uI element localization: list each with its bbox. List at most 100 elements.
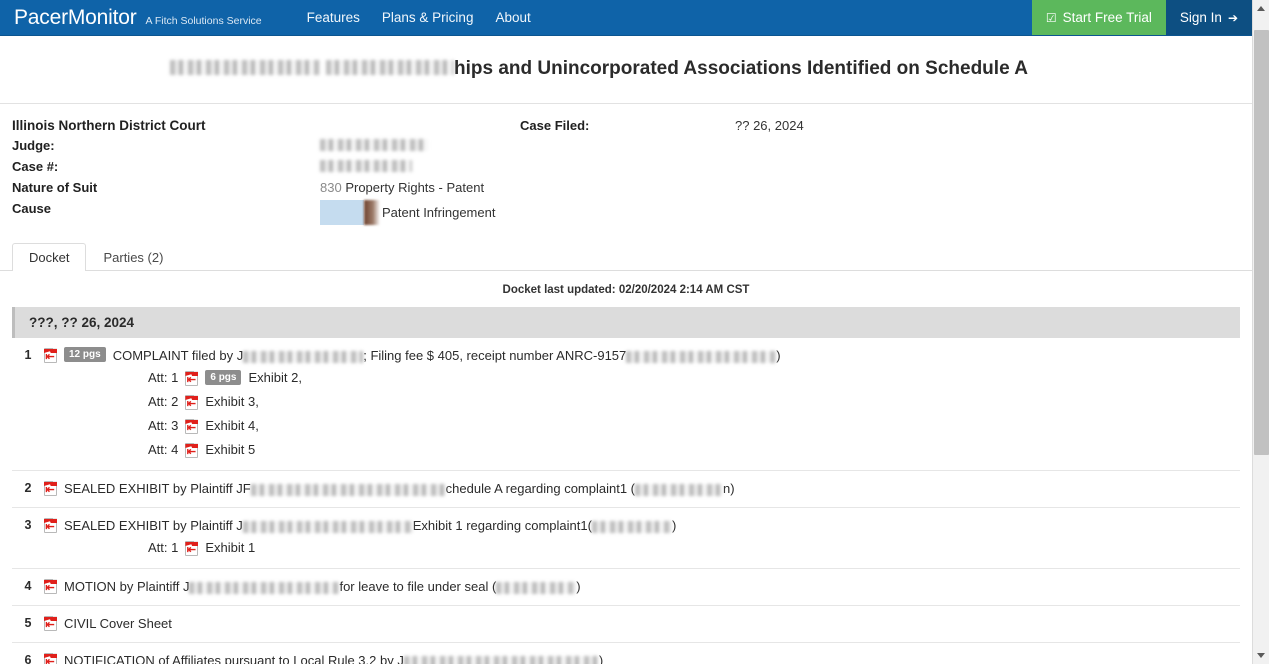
brand-logo-text[interactable]: PacerMonitor [14,0,137,36]
docket-entry-row[interactable]: 5 ⇤ CIVIL Cover Sheet [12,606,1240,643]
nav-links: Features Plans & Pricing About [296,0,542,35]
docket-entry-text-d: ) [671,518,677,533]
redacted-plaintiff-name [170,60,320,76]
top-navigation-bar: PacerMonitor A Fitch Solutions Service F… [0,0,1252,36]
meta-value-cause: Patent Infringement [320,200,495,226]
meta-value-judge [320,138,428,153]
brand-block[interactable]: PacerMonitor A Fitch Solutions Service [0,0,270,35]
meta-value-case-filed: ?? 26, 2024 [735,118,804,133]
page-title-visible-text: hips and Unincorporated Associations Ide… [454,58,1028,80]
docket-entry-body: ⇤ SEALED EXHIBIT by Plaintiff JF chedule… [44,480,1240,498]
docket-entry-text-a: MOTION by Plaintiff J [64,579,190,594]
scrollbar-down-arrow[interactable] [1253,647,1269,664]
docket-entry-text-d: n) [723,481,735,496]
docket-entry-text-c: NRC-9157 [564,348,627,363]
docket-entry-row[interactable]: 2 ⇤ SEALED EXHIBIT by Plaintiff JF chedu… [12,471,1240,508]
nav-actions: ☑ Start Free Trial Sign In ➔ [1031,0,1252,35]
court-name: Illinois Northern District Court [12,118,206,133]
pdf-icon[interactable]: ⇤ [44,616,57,631]
docket-attachment-row[interactable]: Att: 2 ⇤ Exhibit 3, [44,389,1240,413]
redacted-party-name [242,521,413,533]
sign-in-button[interactable]: Sign In ➔ [1165,0,1252,35]
attachment-label: Att: 2 [148,394,179,409]
case-metadata-right: Case Filed: ?? 26, 2024 [520,118,1252,227]
redacted-filer-name [591,521,672,533]
docket-entry-text: SEALED EXHIBIT by Plaintiff JF chedule A… [64,480,735,498]
meta-value-nature-of-suit: 830 Property Rights - Patent [320,180,484,195]
nature-of-suit-text: Property Rights - Patent [345,180,485,195]
docket-attachment-row[interactable]: Att: 4 ⇤ Exhibit 5 [44,437,1240,461]
nav-link-plans-pricing[interactable]: Plans & Pricing [371,0,485,35]
attachment-name[interactable]: Exhibit 3, [205,394,258,409]
docket-entry-text-a: NOTIFICATION of Affiliates pursuant to L… [64,653,404,664]
docket-date-header: ???, ?? 26, 2024 [12,307,1240,338]
docket-entry-text-a: CIVIL Cover Sheet [64,616,172,631]
docket-entry-body: ⇤ NOTIFICATION of Affiliates pursuant to… [44,652,1240,664]
redacted-cause-smudge [364,200,380,225]
attachment-name[interactable]: Exhibit 5 [205,442,255,457]
docket-entry-text: NOTIFICATION of Affiliates pursuant to L… [64,652,603,664]
sign-in-label: Sign In [1179,10,1222,25]
redacted-filer-name [635,484,724,496]
pdf-icon[interactable]: ⇤ [185,443,199,458]
pdf-icon[interactable]: ⇤ [44,518,57,533]
docket-entry-row[interactable]: 4 ⇤ MOTION by Plaintiff J for leave to f… [12,569,1240,606]
docket-entry-number: 5 [24,616,32,630]
docket-entry-text-d: ) [776,348,781,363]
docket-entry-text-b: chedule A regarding complaint1 ( [445,481,636,496]
docket-table: ???, ?? 26, 2024 1 ⇤ 12 pgs COMPLAINT fi… [0,307,1252,664]
check-square-icon: ☑ [1045,10,1057,25]
docket-entry-text: SEALED EXHIBIT by Plaintiff J Exhibit 1 … [64,517,676,535]
docket-attachment-row[interactable]: Att: 1 ⇤ Exhibit 1 [44,535,1240,559]
tab-parties[interactable]: Parties (2) [86,243,180,271]
tab-docket[interactable]: Docket [12,242,87,271]
pdf-icon[interactable]: ⇤ [44,653,57,664]
meta-label-judge: Judge: [12,138,55,153]
meta-row-judge: Judge: [12,138,520,158]
scrollbar-thumb[interactable] [1254,30,1269,455]
docket-entry-number: 6 [24,653,32,664]
pdf-icon[interactable]: ⇤ [185,371,199,386]
brand-tagline: A Fitch Solutions Service [145,15,262,27]
docket-entry-number: 2 [24,481,32,495]
docket-entry-text-d: ) [598,653,604,664]
docket-entry-text-b: for leave to file under seal ( [339,579,497,594]
docket-entry-text-d: ) [576,579,581,594]
meta-row-cause: Cause Patent Infringement [12,200,520,226]
attachment-name[interactable]: Exhibit 4, [205,418,258,433]
docket-entry-text-b: ; Filing fee $ 405, receipt number A [363,348,565,363]
meta-label-cause: Cause [12,201,52,216]
nav-link-features[interactable]: Features [296,0,371,35]
meta-value-case-number [320,159,412,174]
pdf-icon[interactable]: ⇤ [44,348,57,363]
attachment-name[interactable]: Exhibit 2, [248,370,301,385]
page-root: PacerMonitor A Fitch Solutions Service F… [0,0,1269,664]
docket-entry-body: ⇤ MOTION by Plaintiff J for leave to fil… [44,578,1240,596]
docket-attachment-row[interactable]: Att: 1 ⇤ 6 pgs Exhibit 2, [44,365,1240,389]
pdf-icon[interactable]: ⇤ [185,541,199,556]
redacted-party-name [189,582,340,594]
nav-link-about[interactable]: About [484,0,541,35]
page-viewport: PacerMonitor A Fitch Solutions Service F… [0,0,1252,664]
scrollbar-up-arrow[interactable] [1253,0,1269,17]
redacted-party-name [243,351,364,363]
docket-entry-text: MOTION by Plaintiff J for leave to file … [64,578,581,596]
docket-entry-text-a: SEALED EXHIBIT by Plaintiff JF [64,481,251,496]
docket-entry-row[interactable]: 6 ⇤ NOTIFICATION of Affiliates pursuant … [12,643,1240,664]
pdf-icon[interactable]: ⇤ [44,481,57,496]
docket-attachment-row[interactable]: Att: 3 ⇤ Exhibit 4, [44,413,1240,437]
sign-in-arrow-icon: ➔ [1227,10,1238,25]
pdf-icon[interactable]: ⇤ [185,419,199,434]
start-free-trial-button[interactable]: ☑ Start Free Trial [1031,0,1166,35]
docket-entry-text: CIVIL Cover Sheet [64,615,172,633]
attachment-label: Att: 3 [148,418,179,433]
pdf-icon[interactable]: ⇤ [44,579,57,594]
attachment-label: Att: 4 [148,442,179,457]
meta-row-nature-of-suit: Nature of Suit 830 Property Rights - Pat… [12,180,520,200]
vertical-scrollbar[interactable] [1252,0,1269,664]
attachment-name[interactable]: Exhibit 1 [205,540,255,555]
docket-entry-row[interactable]: 1 ⇤ 12 pgs COMPLAINT filed by J ; Filing… [12,338,1240,471]
pdf-icon[interactable]: ⇤ [185,395,199,410]
docket-entry-row[interactable]: 3 ⇤ SEALED EXHIBIT by Plaintiff J Exhibi… [12,508,1240,569]
docket-entry-body: ⇤ SEALED EXHIBIT by Plaintiff J Exhibit … [44,517,1240,559]
